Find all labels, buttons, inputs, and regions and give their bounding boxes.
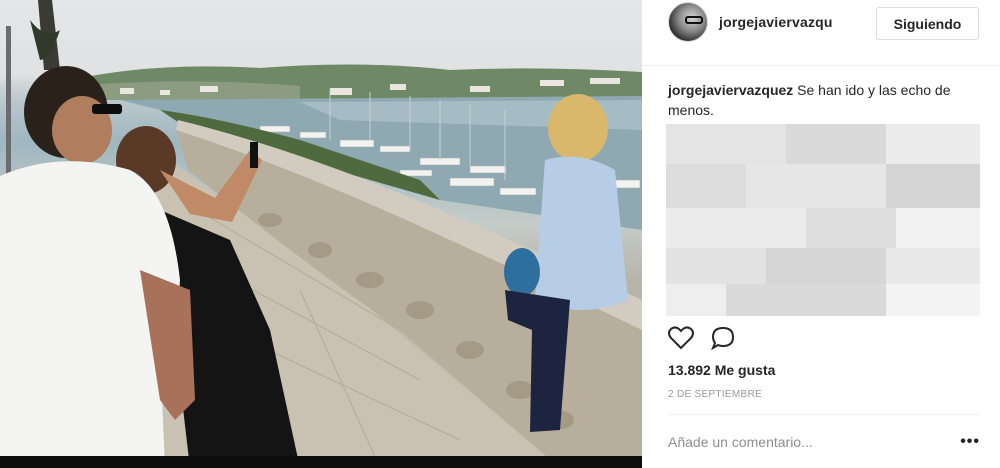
caption-username[interactable]: jorgejaviervazquez — [668, 82, 793, 98]
avatar[interactable] — [668, 2, 708, 42]
post-date: 2 DE SEPTIEMBRE — [668, 389, 762, 400]
following-button[interactable]: Siguiendo — [876, 7, 979, 40]
more-options-icon[interactable]: ••• — [960, 433, 980, 451]
harbor-scene-image — [0, 0, 642, 468]
post-photo[interactable] — [0, 0, 642, 468]
pixelated-comments-area — [666, 124, 980, 316]
post-header: jorgejaviervazqu Siguiendo — [642, 0, 1000, 66]
post-sidebar: jorgejaviervazqu Siguiendo jorgejavierva… — [642, 0, 1000, 468]
comment-section: ••• — [668, 414, 980, 468]
photo-bottom-edge — [0, 456, 642, 468]
likes-count[interactable]: 13.892 Me gusta — [668, 362, 775, 378]
comment-bubble-icon[interactable] — [710, 326, 736, 351]
comment-input[interactable] — [668, 431, 938, 453]
avatar-glasses-detail — [685, 16, 703, 24]
post-caption: jorgejaviervazquez Se han ido y las echo… — [668, 80, 986, 120]
heart-icon[interactable] — [668, 326, 694, 350]
author-username[interactable]: jorgejaviervazqu — [719, 14, 833, 30]
